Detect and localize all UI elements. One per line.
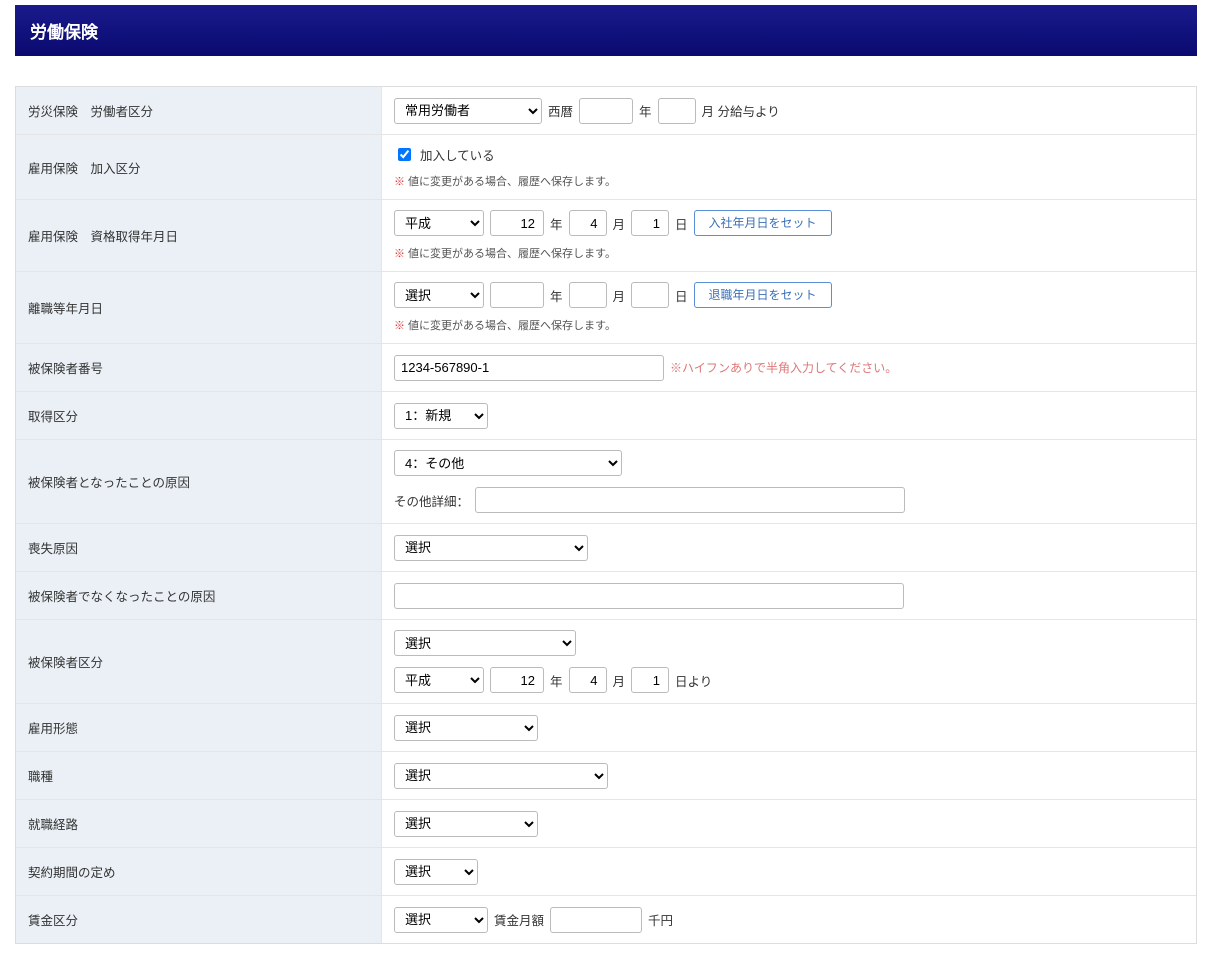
era-select-qualification[interactable]: 平成	[394, 210, 484, 236]
row-occupation: 職種 選択	[16, 752, 1196, 800]
month-input[interactable]	[658, 98, 696, 124]
seireki-label: 西暦	[548, 101, 573, 120]
contract-period-select[interactable]: 選択	[394, 859, 478, 885]
set-retire-date-button[interactable]: 退職年月日をセット	[694, 282, 832, 308]
row-contract-period: 契約期間の定め 選択	[16, 848, 1196, 896]
page-title: 労働保険	[30, 23, 98, 42]
label-loss-cause: 喪失原因	[16, 524, 382, 571]
era-select-insured-cat[interactable]: 平成	[394, 667, 484, 693]
insured-category-select[interactable]: 選択	[394, 630, 576, 656]
separation-note: ※ 値に変更がある場合、履歴へ保存します。	[394, 317, 1184, 333]
cat-month-input[interactable]	[569, 667, 607, 693]
row-loss-cause: 喪失原因 選択	[16, 524, 1196, 572]
form-table: 労災保険 労働者区分 常用労働者 西暦 年 月 分給与より 雇用保険 加入区分 …	[15, 86, 1197, 944]
sep-month-input[interactable]	[569, 282, 607, 308]
label-acquisition-category: 取得区分	[16, 392, 382, 439]
label-employment-route: 就職経路	[16, 800, 382, 847]
row-insured-reason: 被保険者となったことの原因 4：その他 その他詳細：	[16, 440, 1196, 524]
row-employment-route: 就職経路 選択	[16, 800, 1196, 848]
label-insured-reason: 被保険者となったことの原因	[16, 440, 382, 523]
label-occupation: 職種	[16, 752, 382, 799]
employment-route-select[interactable]: 選択	[394, 811, 538, 837]
label-uninsured-reason: 被保険者でなくなったことの原因	[16, 572, 382, 619]
cat-year-input[interactable]	[490, 667, 544, 693]
cat-day-input[interactable]	[631, 667, 669, 693]
row-employment-type: 雇用形態 選択	[16, 704, 1196, 752]
enrollment-checkbox[interactable]	[398, 148, 411, 161]
year-input[interactable]	[579, 98, 633, 124]
worker-category-select[interactable]: 常用労働者	[394, 98, 542, 124]
month-suffix: 月 分給与より	[702, 101, 780, 120]
row-acquisition-category: 取得区分 1：新規	[16, 392, 1196, 440]
era-select-separation[interactable]: 選択	[394, 282, 484, 308]
occupation-select[interactable]: 選択	[394, 763, 608, 789]
row-insured-category: 被保険者区分 選択 平成 年 月 日より	[16, 620, 1196, 704]
enrollment-checkbox-label: 加入している	[420, 145, 495, 164]
qual-month-input[interactable]	[569, 210, 607, 236]
label-separation-date: 離職等年月日	[16, 272, 382, 343]
loss-cause-select[interactable]: 選択	[394, 535, 588, 561]
enrollment-checkbox-wrap[interactable]: 加入している	[394, 145, 495, 164]
row-insured-number: 被保険者番号 ※ハイフンありで半角入力してください。	[16, 344, 1196, 392]
insured-reason-select[interactable]: 4：その他	[394, 450, 622, 476]
qual-day-input[interactable]	[631, 210, 669, 236]
acquisition-category-select[interactable]: 1：新規	[394, 403, 488, 429]
label-contract-period: 契約期間の定め	[16, 848, 382, 895]
other-detail-input[interactable]	[475, 487, 905, 513]
wage-monthly-input[interactable]	[550, 907, 642, 933]
other-detail-label: その他詳細：	[394, 491, 469, 510]
insured-number-hint: ※ハイフンありで半角入力してください。	[670, 359, 897, 376]
label-insured-category: 被保険者区分	[16, 620, 382, 703]
row-qualification-date: 雇用保険 資格取得年月日 平成 年 月 日 入社年月日をセット ※ 値に変更があ…	[16, 200, 1196, 272]
wage-unit: 千円	[648, 910, 673, 929]
employment-type-select[interactable]: 選択	[394, 715, 538, 741]
set-hire-date-button[interactable]: 入社年月日をセット	[694, 210, 832, 236]
row-separation-date: 離職等年月日 選択 年 月 日 退職年月日をセット ※ 値に変更がある場合、履歴…	[16, 272, 1196, 344]
qual-year-input[interactable]	[490, 210, 544, 236]
label-enrollment: 雇用保険 加入区分	[16, 135, 382, 199]
page-header: 労働保険	[15, 5, 1197, 56]
uninsured-reason-input[interactable]	[394, 583, 904, 609]
wage-category-select[interactable]: 選択	[394, 907, 488, 933]
row-worker-category: 労災保険 労働者区分 常用労働者 西暦 年 月 分給与より	[16, 87, 1196, 135]
year-suffix: 年	[639, 101, 652, 120]
label-insured-number: 被保険者番号	[16, 344, 382, 391]
insured-number-input[interactable]	[394, 355, 664, 381]
row-uninsured-reason: 被保険者でなくなったことの原因	[16, 572, 1196, 620]
row-enrollment: 雇用保険 加入区分 加入している ※ 値に変更がある場合、履歴へ保存します。	[16, 135, 1196, 200]
label-wage-category: 賃金区分	[16, 896, 382, 943]
label-qualification-date: 雇用保険 資格取得年月日	[16, 200, 382, 271]
row-wage-category: 賃金区分 選択 賃金月額 千円	[16, 896, 1196, 943]
label-worker-category: 労災保険 労働者区分	[16, 87, 382, 134]
qualification-note: ※ 値に変更がある場合、履歴へ保存します。	[394, 245, 1184, 261]
sep-year-input[interactable]	[490, 282, 544, 308]
wage-monthly-label: 賃金月額	[494, 910, 544, 929]
label-employment-type: 雇用形態	[16, 704, 382, 751]
sep-day-input[interactable]	[631, 282, 669, 308]
enrollment-note: ※ 値に変更がある場合、履歴へ保存します。	[394, 173, 1184, 189]
